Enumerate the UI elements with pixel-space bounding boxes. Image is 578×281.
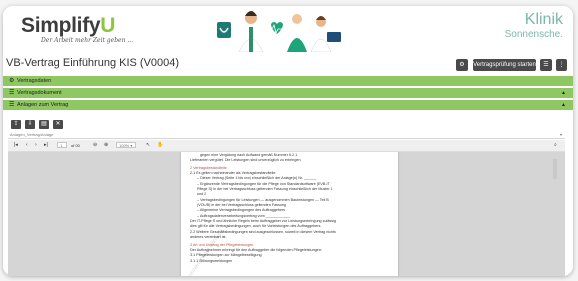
page-title: VB-Vertrag Einführung KIS (V0004) <box>6 57 180 69</box>
last-page-icon[interactable]: ▸| <box>44 142 48 149</box>
cursor-icon[interactable]: ↖ <box>146 142 150 149</box>
section-vertragsdaten[interactable]: ⚙ Vertragsdaten <box>3 76 573 86</box>
prev-page-icon[interactable]: ‹ <box>26 142 28 149</box>
start-review-button[interactable]: Vertragsprüfung starten <box>473 59 536 71</box>
delete-icon: ✕ <box>55 121 61 127</box>
app-window: SimplifyU Der Arbeit mehr Zeit geben ...… <box>3 6 573 276</box>
hand-icon[interactable]: ✋ <box>157 142 163 149</box>
zoom-in-icon[interactable]: ⊕ <box>104 142 108 149</box>
download-button[interactable]: ⇩ <box>25 120 35 129</box>
more-button[interactable]: ⋮ <box>556 59 567 71</box>
menu-icon: ☰ <box>543 62 549 68</box>
settings-button[interactable]: ⚙ <box>456 59 468 71</box>
next-page-icon[interactable]: › <box>35 142 37 149</box>
list-icon: ☰ <box>9 102 15 108</box>
delete-button[interactable]: ✕ <box>53 120 63 129</box>
zoom-out-icon[interactable]: ⊖ <box>93 142 97 149</box>
document-select-value: Anlagen_Vertrag/Anlage <box>10 132 54 137</box>
chevron-up-icon: ▲ <box>561 102 566 108</box>
document-select[interactable]: Anlagen_Vertrag/Anlage ▾ <box>8 132 565 139</box>
logo: SimplifyU <box>21 14 116 37</box>
upload-icon: ⇪ <box>13 121 19 127</box>
section-vertragsdokument[interactable]: ☰ Vertragsdokument ▲ <box>3 88 573 98</box>
search-icon[interactable]: ⌕ <box>554 142 557 149</box>
section-label: Anlagen zum Vertrag <box>17 102 69 108</box>
titlebar: VB-Vertrag Einführung KIS (V0004) ⚙ Vert… <box>3 56 573 74</box>
first-page-icon[interactable]: |◂ <box>14 142 18 149</box>
chevron-down-icon: ▾ <box>559 132 562 137</box>
print-button[interactable]: ▤ <box>39 120 49 129</box>
list-icon: ☰ <box>9 90 15 96</box>
chevron-up-icon: ▲ <box>561 90 566 96</box>
document-line: 3.1.1 Störungsmeldungen <box>190 258 233 263</box>
section-label: Vertragsdaten <box>17 78 52 84</box>
header-banner-illustration <box>217 11 341 52</box>
document-viewer[interactable]: Sonnenschein Kliniken gegen eine Vergütu… <box>8 152 565 276</box>
viewer-scrollbar[interactable] <box>553 159 557 179</box>
zoom-select[interactable]: 100% ▾ <box>116 142 136 148</box>
document-text: gegen eine Vergütung nach Aufwand gemäß … <box>190 153 390 264</box>
section-anlagen[interactable]: ☰ Anlagen zum Vertrag ▲ <box>3 100 573 110</box>
settings-icon: ⚙ <box>9 78 15 84</box>
settings-icon: ⚙ <box>459 62 465 68</box>
upload-button[interactable]: ⇪ <box>11 120 21 129</box>
page-number-input[interactable]: 1 <box>57 142 67 148</box>
section-label: Vertragsdokument <box>17 90 62 96</box>
print-icon: ▤ <box>41 121 47 127</box>
app-header: SimplifyU Der Arbeit mehr Zeit geben ...… <box>3 6 573 54</box>
viewer-toolbar: |◂ ‹ › ▸| 1 of 00 ⊖ ⊕ 100% ▾ ↖ ✋ ⌕ <box>8 140 565 152</box>
menu-button[interactable]: ☰ <box>540 59 552 71</box>
document-page: Sonnenschein Kliniken gegen eine Vergütu… <box>181 152 398 276</box>
more-icon: ⋮ <box>558 62 565 68</box>
logo-tagline: Der Arbeit mehr Zeit geben ... <box>41 37 134 44</box>
download-icon: ⇩ <box>27 121 33 127</box>
page-total: of 00 <box>71 143 80 148</box>
brand-name: Klinik Sonnensche. <box>504 11 563 41</box>
